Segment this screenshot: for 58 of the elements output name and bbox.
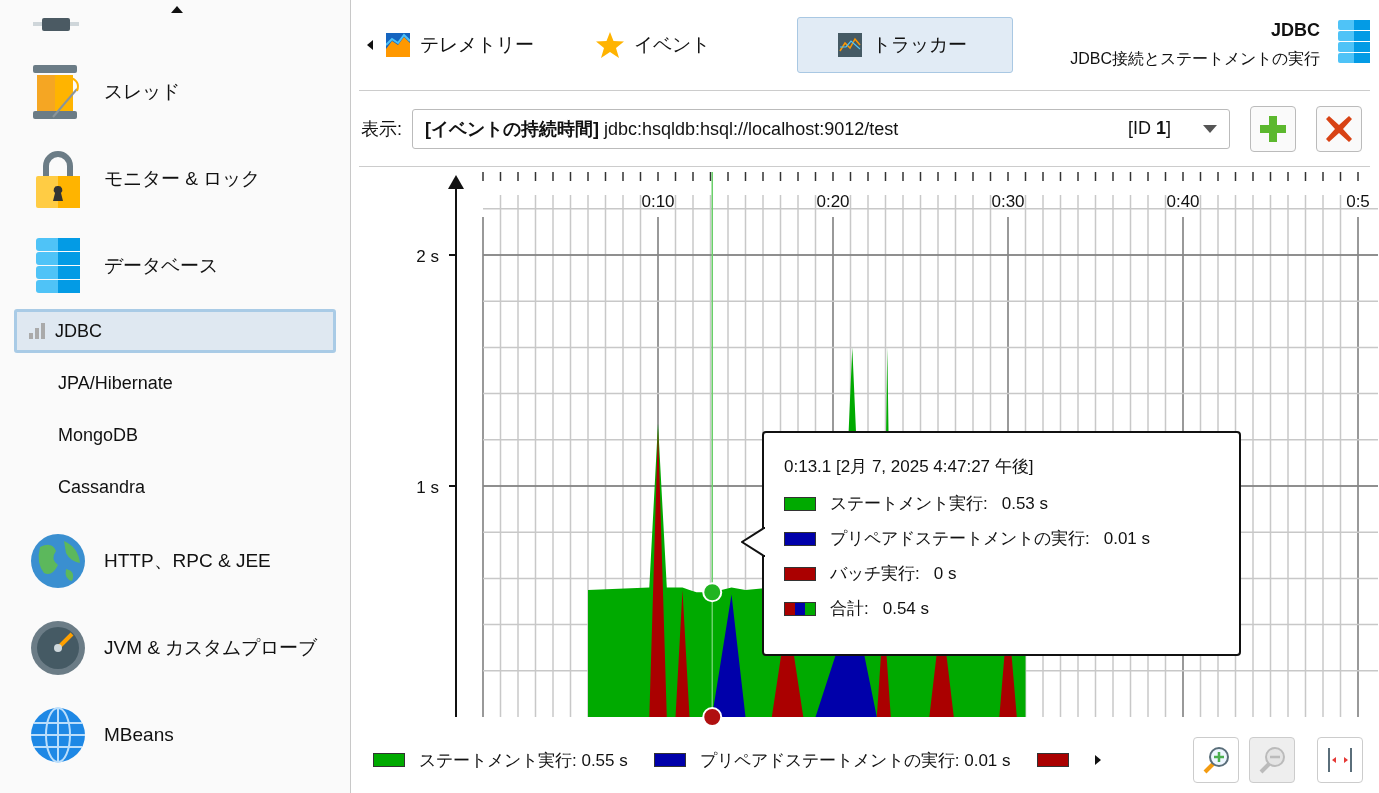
- star-icon: [596, 32, 624, 58]
- tooltip-value: 0.53 s: [1001, 493, 1049, 514]
- legend-label: ステートメント実行: 0.55 s: [419, 749, 628, 772]
- gauge-icon: [30, 619, 86, 676]
- sidebar-item[interactable]: スレッド: [0, 48, 350, 135]
- scroll-up-icon[interactable]: [171, 6, 183, 13]
- plus-icon: [1260, 115, 1286, 142]
- sidebar-subitem[interactable]: JDBC: [14, 309, 336, 353]
- tooltip-label: プリペアドステートメントの実行:: [830, 528, 1090, 550]
- x-tick-label: 0:30: [991, 192, 1025, 211]
- tooltip-label: ステートメント実行:: [830, 493, 988, 515]
- delete-button[interactable]: [1316, 105, 1362, 152]
- legend-label: プリペアドステートメントの実行: 0.01 s: [699, 749, 1011, 772]
- scroll-left-icon[interactable]: [367, 40, 373, 50]
- globe-icon: [30, 532, 86, 589]
- zoom-in-button[interactable]: [1193, 737, 1239, 783]
- tab[interactable]: イベント: [587, 17, 787, 73]
- bar-chart-icon: [29, 323, 47, 339]
- sidebar-subitem[interactable]: JPA/Hibernate: [14, 361, 336, 405]
- tab[interactable]: トラッカー: [797, 17, 1013, 73]
- sidebar-item[interactable]: HTTP、RPC & JEE: [0, 517, 350, 604]
- close-icon: [1326, 115, 1352, 142]
- crosshair[interactable]: [702, 171, 723, 727]
- zoom-out-icon: [1258, 746, 1286, 774]
- view-dropdown[interactable]: [イベントの持続時間] jdbc:hsqldb:hsql://localhost:9012/test [ID 1]: [412, 108, 1230, 149]
- zoom-in-icon: [1202, 746, 1230, 774]
- sidebar-subitem[interactable]: MongoDB: [14, 413, 336, 457]
- sidebar-item[interactable]: JVM & カスタムプローブ: [0, 604, 350, 691]
- x-tick-label: 0:40: [1166, 192, 1200, 211]
- total-swatch: [784, 601, 816, 616]
- line-chart-icon: [837, 33, 862, 57]
- tooltip-label: 合計:: [830, 598, 869, 620]
- chart-icon: [386, 33, 410, 57]
- sidebar-subitem[interactable]: Cassandra: [14, 465, 336, 509]
- view-label: 表示:: [361, 117, 402, 141]
- page-subtitle: JDBC接続とステートメントの実行: [1070, 49, 1320, 69]
- tooltip-value: 0.01 s: [1103, 528, 1151, 549]
- tooltip-value: 0 s: [933, 563, 957, 584]
- sidebar-item[interactable]: データベース: [0, 222, 350, 309]
- tooltip-value: 0.54 s: [882, 598, 930, 619]
- fit-width-button[interactable]: [1317, 737, 1363, 783]
- sidebar-item[interactable]: MBeans: [0, 691, 350, 778]
- y-tick-label: 1 s: [416, 478, 439, 497]
- fit-width-icon: [1326, 746, 1354, 774]
- device-icon: [33, 18, 79, 34]
- x-tick-label: 0:5: [1346, 192, 1370, 211]
- sidebar-item[interactable]: モニター & ロック: [0, 135, 350, 222]
- database-icon: [1338, 20, 1370, 64]
- x-tick-label: 0:10: [641, 192, 675, 211]
- y-tick-label: 2 s: [416, 247, 439, 266]
- page-title: JDBC: [1271, 20, 1320, 41]
- tooltip-title: 0:13.1 [2月 7, 2025 4:47:27 午後]: [784, 456, 1035, 478]
- x-tick-label: 0:20: [816, 192, 850, 211]
- tab[interactable]: テレメトリー: [377, 17, 577, 73]
- tooltip-label: バッチ実行:: [830, 563, 920, 585]
- dropdown-caret-icon: [1203, 124, 1217, 133]
- scroll-right-icon[interactable]: [1094, 755, 1101, 765]
- globe-icon: [30, 706, 86, 763]
